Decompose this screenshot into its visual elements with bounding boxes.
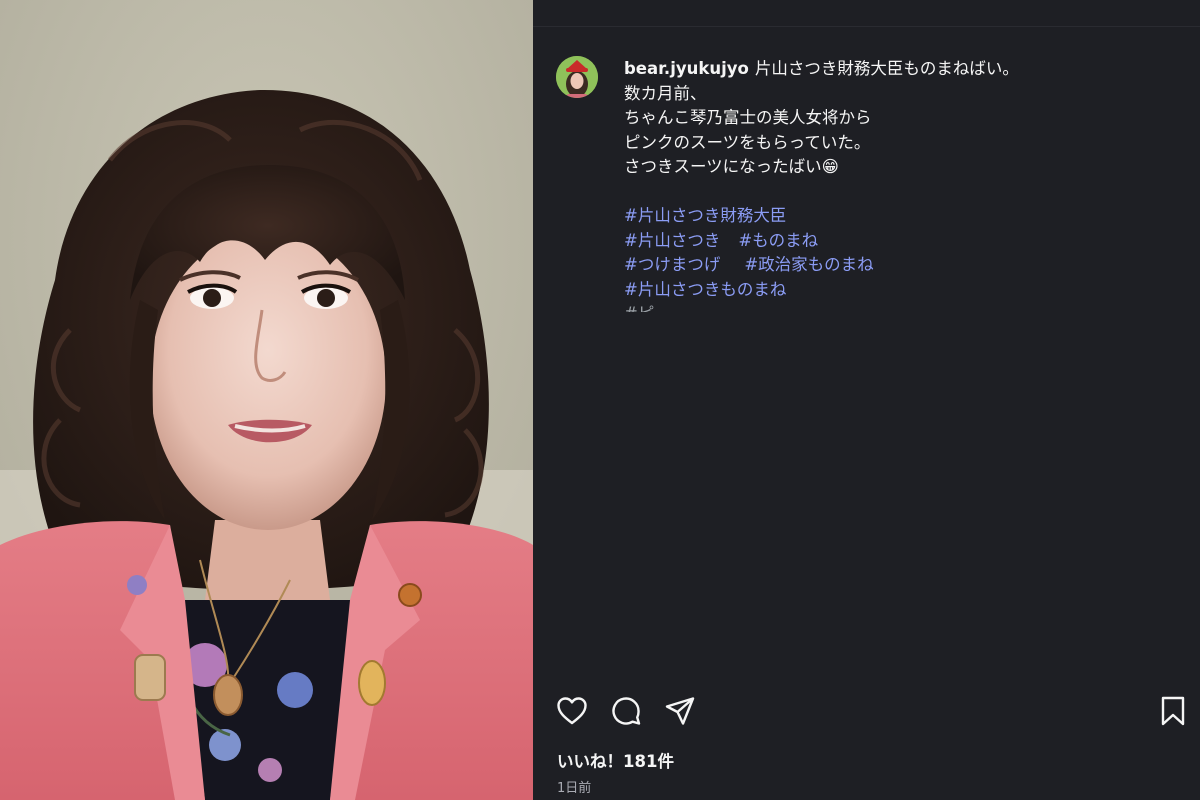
caption-line: ちゃんこ琴乃富士の美人女将から [624,108,872,127]
hashtag-link[interactable]: #つけまつげ [624,255,720,274]
comment-icon [612,697,641,725]
comment-button[interactable] [609,694,643,728]
hashtag-link[interactable]: #片山さつき [624,231,720,250]
caption-line: 数カ月前、 [624,83,707,103]
caption-line: 片山さつき財務大臣ものまねばい。 [754,59,1019,78]
divider [533,26,1200,27]
heart-icon [557,697,587,725]
post-media-image[interactable] [0,0,533,800]
caption-line: さつきスーツになったばい😁 [624,157,839,176]
avatar[interactable] [556,56,598,98]
share-button[interactable] [663,694,697,728]
truncated-caption-line: #ピ [624,302,1144,312]
send-icon [665,697,695,725]
like-button[interactable] [555,694,589,728]
caption-line: ピンクのスーツをもらっていた。 [624,132,871,152]
person-photo [0,0,533,800]
post-actions-bar [555,694,1190,728]
username-link[interactable]: bear.jyukujyo [624,59,749,78]
like-count[interactable]: いいね！181件 [557,748,674,772]
post-details-panel: bear.jyukujyo 片山さつき財務大臣ものまねばい。 数カ月前、 ちゃんこ… [533,0,1200,800]
post-caption: bear.jyukujyo 片山さつき財務大臣ものまねばい。 数カ月前、 ちゃんこ… [624,57,1144,312]
save-button[interactable] [1156,694,1190,728]
hashtag-link[interactable]: #片山さつきものまね [624,280,786,299]
post-timestamp[interactable]: 1日前 [557,777,591,796]
hashtag-link[interactable]: #片山さつき財務大臣 [624,206,786,225]
hashtag-link[interactable]: #ものまね [738,231,818,250]
hashtag-link[interactable]: #政治家ものまね [744,255,873,274]
bookmark-icon [1161,696,1185,726]
avatar-image [556,56,598,98]
